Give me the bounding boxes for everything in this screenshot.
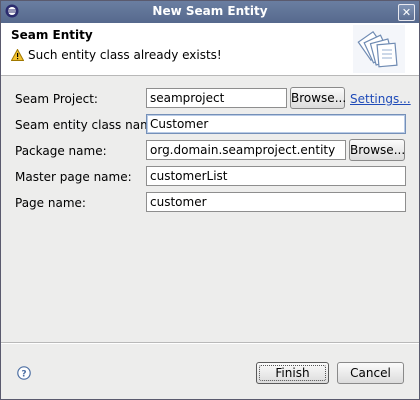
title-bar[interactable]: New Seam Entity ✕ bbox=[1, 1, 419, 23]
footer-separator bbox=[1, 342, 419, 344]
package-input[interactable]: org.domain.seamproject.entity bbox=[146, 140, 346, 160]
help-icon[interactable]: ? bbox=[17, 366, 31, 380]
master-page-input[interactable]: customerList bbox=[146, 166, 406, 186]
seam-project-label: Seam Project: bbox=[15, 92, 98, 106]
banner-message: Such entity class already exists! bbox=[28, 48, 222, 62]
project-browse-button[interactable]: Browse... bbox=[290, 87, 346, 109]
package-browse-button[interactable]: Browse... bbox=[349, 139, 405, 161]
settings-link[interactable]: Settings... bbox=[350, 92, 411, 106]
page-name-label: Page name: bbox=[15, 196, 86, 210]
cancel-button[interactable]: Cancel bbox=[337, 362, 404, 384]
seam-project-input[interactable]: seamproject bbox=[146, 88, 287, 108]
page-name-input[interactable]: customer bbox=[146, 192, 406, 212]
package-label: Package name: bbox=[15, 144, 107, 158]
entity-class-input[interactable]: Customer bbox=[146, 114, 406, 134]
master-page-label: Master page name: bbox=[15, 170, 132, 184]
finish-button[interactable]: Finish bbox=[256, 362, 329, 384]
svg-text:?: ? bbox=[21, 370, 26, 380]
window-title: New Seam Entity bbox=[152, 4, 268, 18]
focus-ring bbox=[259, 365, 326, 381]
entity-class-label: Seam entity class name: bbox=[15, 118, 164, 132]
wizard-banner: Seam Entity Such entity class already ex… bbox=[1, 23, 419, 76]
warning-icon bbox=[11, 49, 24, 61]
dialog-window: New Seam Entity ✕ Seam Entity Such entit… bbox=[0, 0, 420, 400]
wizard-image bbox=[353, 25, 405, 73]
banner-heading: Seam Entity bbox=[11, 28, 93, 42]
close-icon[interactable]: ✕ bbox=[398, 4, 415, 21]
